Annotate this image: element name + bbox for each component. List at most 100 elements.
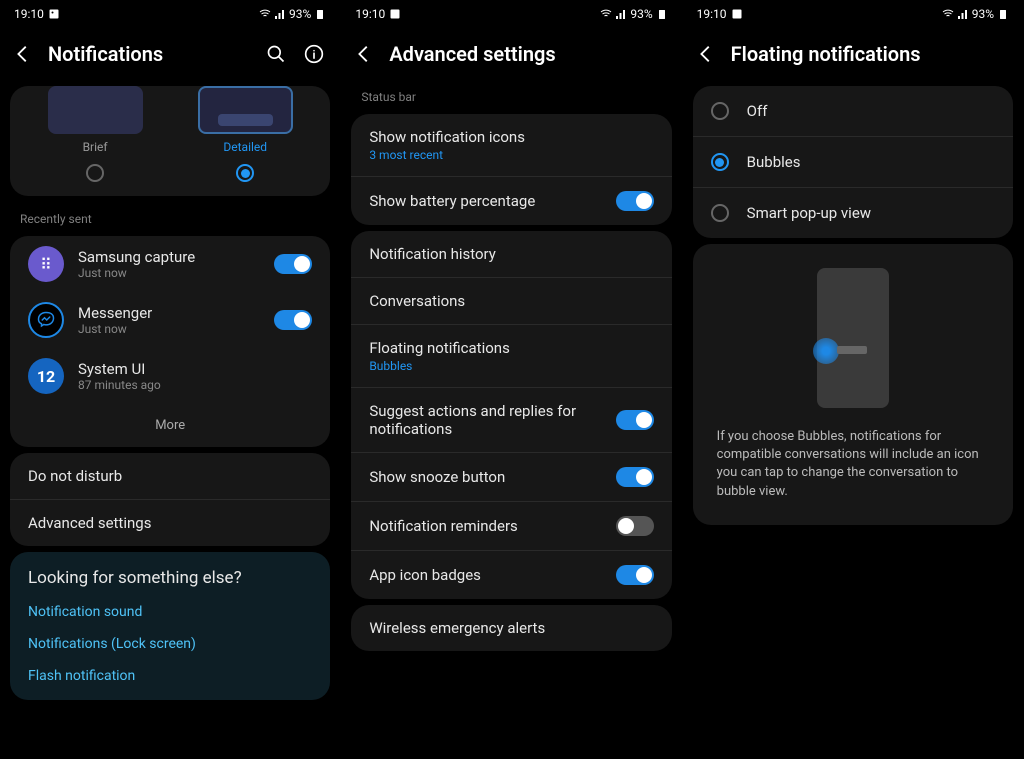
app-time: Just now [78,266,260,280]
status-time: 19:10 [355,7,385,21]
status-bar: 19:10 93% [0,0,340,28]
conversations-row[interactable]: Conversations [351,278,671,325]
page-title: Floating notifications [731,42,1007,66]
style-option-detailed[interactable]: Detailed [198,86,293,154]
image-icon [731,8,743,20]
app-row-system-ui[interactable]: 12 System UI 87 minutes ago [10,348,330,404]
toggle-badges[interactable] [616,565,654,585]
floating-notifications-screen: 19:10 93% Floating notifications Off Bub… [683,0,1024,759]
app-time: Just now [78,322,260,336]
status-bar: 19:10 93% [341,0,681,28]
battery-icon [997,8,1009,20]
detailed-label: Detailed [198,140,293,154]
link-notification-sound[interactable]: Notification sound [10,596,330,628]
system-ui-icon: 12 [28,358,64,394]
main-settings-card: Notification history Conversations Float… [351,231,671,599]
notification-style-card: Brief Detailed [10,86,330,196]
show-battery-row[interactable]: Show battery percentage [351,177,671,225]
back-icon[interactable] [695,43,717,65]
option-off[interactable]: Off [693,86,1013,137]
suggest-actions-row[interactable]: Suggest actions and replies for notifica… [351,388,671,453]
option-smart-popup[interactable]: Smart pop-up view [693,188,1013,238]
looking-for-card: Looking for something else? Notification… [10,552,330,700]
app-icon-badges-row[interactable]: App icon badges [351,551,671,599]
notification-history-row[interactable]: Notification history [351,231,671,278]
app-name: System UI [78,360,312,378]
back-icon[interactable] [353,43,375,65]
app-name: Samsung capture [78,248,260,266]
battery-icon [656,8,668,20]
status-time: 19:10 [14,7,44,21]
notifications-screen: 19:10 93% Notifications Brief Detailed [0,0,341,759]
brief-thumbnail [48,86,143,134]
toggle-samsung-capture[interactable] [274,254,312,274]
page-title: Advanced settings [389,42,665,66]
signal-icon [615,8,627,20]
style-option-brief[interactable]: Brief [48,86,143,154]
floating-options-card: Off Bubbles Smart pop-up view [693,86,1013,238]
messenger-icon [28,302,64,338]
advanced-settings-screen: 19:10 93% Advanced settings Status bar S… [341,0,682,759]
app-time: 87 minutes ago [78,378,312,392]
show-notification-icons-row[interactable]: Show notification icons 3 most recent [351,114,671,177]
recently-sent-card: ⠿ Samsung capture Just now Messenger Jus… [10,236,330,447]
toggle-messenger[interactable] [274,310,312,330]
status-bar-section-label: Status bar [341,80,681,108]
advanced-settings-row[interactable]: Advanced settings [10,500,330,546]
toggle-suggest[interactable] [616,410,654,430]
radio-off[interactable] [711,102,729,120]
samsung-capture-icon: ⠿ [28,246,64,282]
image-icon [48,8,60,20]
search-icon[interactable] [266,44,286,64]
signal-icon [957,8,969,20]
radio-bubbles[interactable] [711,153,729,171]
looking-title: Looking for something else? [10,552,330,596]
wifi-icon [942,8,954,20]
app-row-samsung-capture[interactable]: ⠿ Samsung capture Just now [10,236,330,292]
toggle-battery-percentage[interactable] [616,191,654,211]
bubbles-preview: If you choose Bubbles, notifications for… [693,244,1013,525]
option-bubbles[interactable]: Bubbles [693,137,1013,188]
radio-detailed[interactable] [236,164,254,182]
wireless-emergency-alerts-row[interactable]: Wireless emergency alerts [351,605,671,651]
wireless-alerts-card: Wireless emergency alerts [351,605,671,651]
status-bar: 19:10 93% [683,0,1023,28]
header: Floating notifications [683,28,1023,80]
battery-icon [314,8,326,20]
page-title: Notifications [48,42,252,66]
settings-card: Do not disturb Advanced settings [10,453,330,546]
status-battery: 93% [289,7,311,21]
detailed-thumbnail [198,86,293,134]
image-icon [389,8,401,20]
signal-icon [274,8,286,20]
header: Advanced settings [341,28,681,80]
do-not-disturb-row[interactable]: Do not disturb [10,453,330,500]
notification-reminders-row[interactable]: Notification reminders [351,502,671,551]
floating-notifications-row[interactable]: Floating notifications Bubbles [351,325,671,388]
status-battery: 93% [972,7,994,21]
info-icon[interactable] [304,44,324,64]
app-row-messenger[interactable]: Messenger Just now [10,292,330,348]
link-lock-screen[interactable]: Notifications (Lock screen) [10,628,330,660]
status-bar-card: Show notification icons 3 most recent Sh… [351,114,671,225]
status-time: 19:10 [697,7,727,21]
radio-brief[interactable] [86,164,104,182]
toggle-snooze[interactable] [616,467,654,487]
app-name: Messenger [78,304,260,322]
bubble-dot-icon [813,338,839,364]
wifi-icon [259,8,271,20]
more-button[interactable]: More [10,404,330,447]
show-snooze-row[interactable]: Show snooze button [351,453,671,502]
back-icon[interactable] [12,43,34,65]
preview-description: If you choose Bubbles, notifications for… [717,428,989,501]
wifi-icon [600,8,612,20]
toggle-reminders[interactable] [616,516,654,536]
header: Notifications [0,28,340,80]
recently-sent-label: Recently sent [0,202,340,230]
radio-smart-popup[interactable] [711,204,729,222]
brief-label: Brief [48,140,143,154]
bubble-bar [837,346,867,354]
phone-mockup [817,268,889,408]
status-battery: 93% [630,7,652,21]
link-flash[interactable]: Flash notification [10,660,330,700]
